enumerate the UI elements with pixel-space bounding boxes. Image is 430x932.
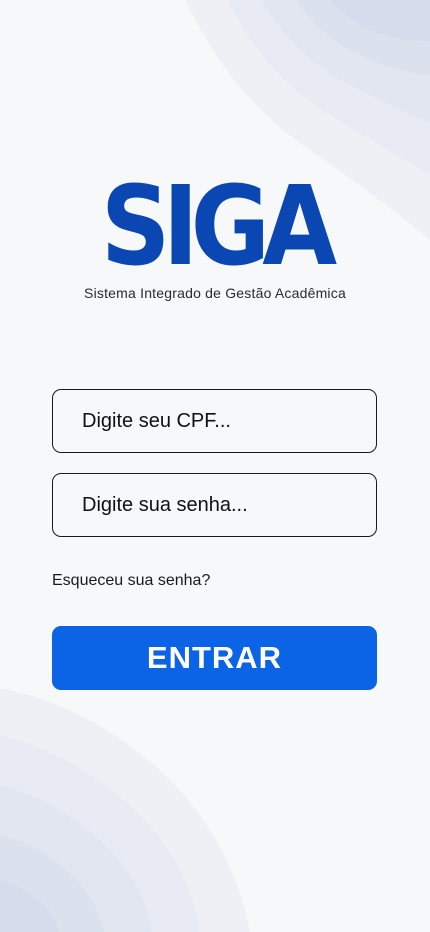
forgot-password-link[interactable]: Esqueceu sua senha? (52, 572, 210, 590)
cpf-input[interactable] (52, 389, 377, 453)
password-input[interactable] (52, 473, 377, 537)
login-button[interactable]: ENTRAR (52, 626, 377, 690)
logo: SIGA Sistema Integrado de Gestão Acadêmi… (0, 162, 430, 301)
logo-wordmark: SIGA (100, 162, 337, 290)
login-screen: SIGA Sistema Integrado de Gestão Acadêmi… (0, 0, 430, 932)
